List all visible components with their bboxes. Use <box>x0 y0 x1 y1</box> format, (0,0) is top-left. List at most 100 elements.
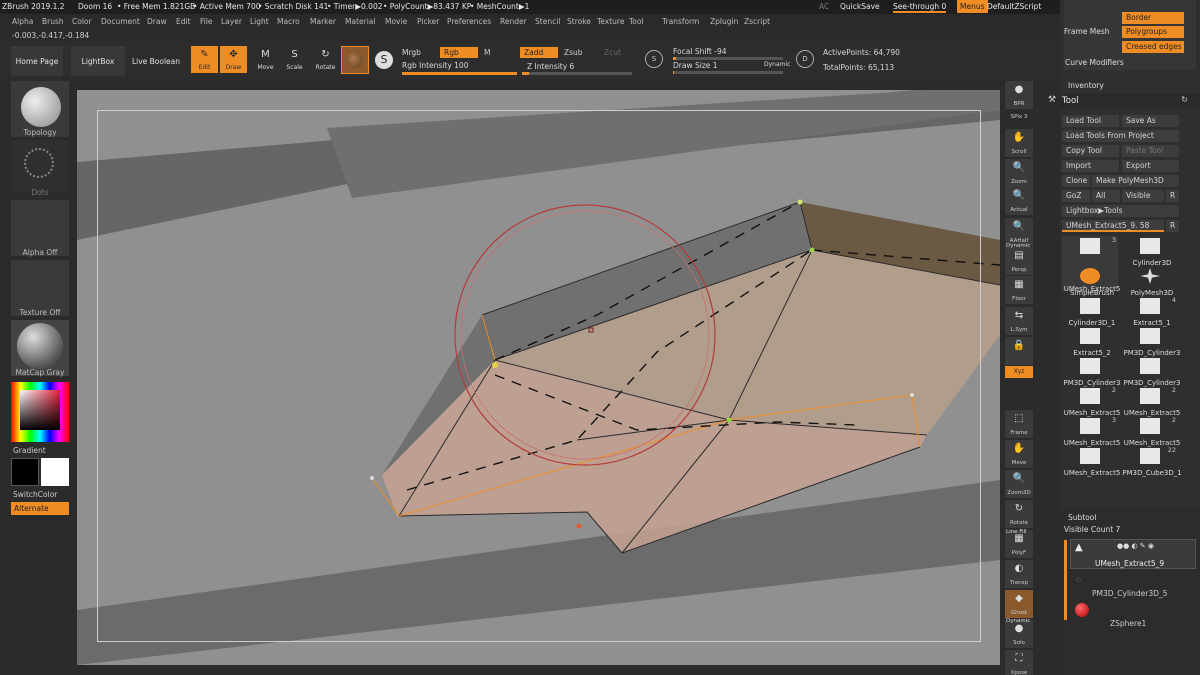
color-picker-square[interactable] <box>20 390 60 430</box>
rotate-button[interactable]: ↻ Rotate <box>1005 500 1033 528</box>
load-tool-button[interactable]: Load Tool <box>1062 115 1119 127</box>
lightbox-button[interactable]: LightBox <box>71 46 125 76</box>
tool-thumbnail[interactable]: Cylinder3D_1 <box>1062 296 1118 327</box>
tool-thumbnail[interactable]: PM3D_Cylinder3 <box>1062 356 1121 387</box>
floor-button[interactable]: ▦ Floor <box>1005 276 1033 304</box>
tool-header[interactable]: ⚒ Tool ↻ <box>1048 94 1200 108</box>
draw-button[interactable]: ✥ Draw <box>220 46 247 73</box>
goz-all-button[interactable]: All <box>1092 190 1120 202</box>
menu-stencil[interactable]: Stencil <box>535 17 560 26</box>
goz-visible-button[interactable]: Visible <box>1122 190 1164 202</box>
menu-color[interactable]: Color <box>72 17 92 26</box>
home-page-button[interactable]: Home Page <box>11 46 63 76</box>
lock-button[interactable]: 🔒 <box>1005 337 1033 365</box>
actual-button[interactable]: 🔍 Actual <box>1005 187 1033 215</box>
switch-color-button[interactable]: SwitchColor <box>13 490 57 499</box>
draw-size-slider[interactable] <box>673 71 783 74</box>
dynamic-solo-label[interactable]: Dynamic <box>1006 618 1030 624</box>
menu-edit[interactable]: Edit <box>176 17 191 26</box>
menu-alpha[interactable]: Alpha <box>12 17 33 26</box>
menus-button[interactable]: Menus <box>957 0 988 13</box>
alternate-button[interactable]: Alternate <box>11 502 69 515</box>
secondary-color-swatch[interactable] <box>11 458 39 486</box>
tool-thumbnail[interactable]: Cylinder3D <box>1122 236 1178 267</box>
z-intensity-label[interactable]: Z Intensity 6 <box>527 62 574 71</box>
menu-tool[interactable]: Tool <box>629 17 644 26</box>
menu-zplugin[interactable]: Zplugin <box>710 17 738 26</box>
subtool-item[interactable]: ⁘ PM3D_Cylinder3D_5 <box>1070 573 1196 601</box>
menu-preferences[interactable]: Preferences <box>447 17 491 26</box>
menu-light[interactable]: Light <box>250 17 269 26</box>
menu-brush[interactable]: Brush <box>42 17 64 26</box>
goz-r-button[interactable]: R <box>1166 190 1179 202</box>
frame-mesh-button[interactable]: Frame Mesh <box>1064 27 1110 36</box>
live-boolean-button[interactable]: Live Boolean <box>128 46 184 76</box>
frame-button[interactable]: ⬚ Frame <box>1005 410 1033 438</box>
menu-layer[interactable]: Layer <box>221 17 242 26</box>
menu-transform[interactable]: Transform <box>662 17 699 26</box>
solo-button[interactable]: ● Solo <box>1005 620 1033 648</box>
curve-modifiers-button[interactable]: Curve Modifiers <box>1065 58 1124 67</box>
m-button[interactable]: M <box>480 47 498 58</box>
edit-button[interactable]: ✎ Edit <box>191 46 218 73</box>
stroke-icon[interactable]: S <box>375 51 393 69</box>
menu-macro[interactable]: Macro <box>277 17 300 26</box>
subtool-header[interactable]: Subtool <box>1068 513 1096 522</box>
subtool-item[interactable]: ZSphere1 <box>1070 601 1196 629</box>
visible-count-slider[interactable]: Visible Count 7 <box>1064 525 1120 534</box>
tool-thumbnail[interactable]: UMesh_Extract5 2 <box>1062 386 1121 417</box>
rgb-intensity-label[interactable]: Rgb Intensity 100 <box>402 61 468 70</box>
creased-edges-toggle[interactable]: Creased edges <box>1122 41 1184 53</box>
menu-zscript[interactable]: Zscript <box>744 17 770 26</box>
clone-button[interactable]: Clone <box>1062 175 1090 187</box>
move-button[interactable]: ✋ Move <box>1005 440 1033 468</box>
ac-label[interactable]: AC <box>819 2 829 11</box>
scroll-button[interactable]: ✋ Scroll <box>1005 129 1033 157</box>
see-through-slider[interactable]: See-through 0 <box>893 2 947 13</box>
primary-color-swatch[interactable] <box>41 458 69 486</box>
move-button[interactable]: M Move <box>252 46 279 73</box>
tool-thumbnail[interactable]: UMesh_Extract5 <box>1062 446 1120 477</box>
tool-thumbnail[interactable]: UMesh_Extract5 2 <box>1122 386 1181 417</box>
focal-shift-slider[interactable] <box>673 57 783 60</box>
tool-thumbnail[interactable]: PM3D_Cylinder3 <box>1122 326 1181 357</box>
l-sym-button[interactable]: ⇆ L.Sym <box>1005 307 1033 335</box>
current-tool-r-button[interactable]: R <box>1166 220 1179 232</box>
copy-tool-button[interactable]: Copy Tool <box>1062 145 1119 157</box>
paste-tool-button[interactable]: Paste Tool <box>1122 145 1179 157</box>
save-as-button[interactable]: Save As <box>1122 115 1179 127</box>
gradient-label[interactable]: Gradient <box>13 446 46 455</box>
visibility-icon[interactable]: ●● ◐ ✎ ◉ <box>1117 542 1154 550</box>
tool-thumbnail[interactable]: PolyMesh3D <box>1122 266 1178 297</box>
tool-thumbnail[interactable]: SimpleBrush <box>1062 266 1118 297</box>
current-tool-slider[interactable]: UMesh_Extract5_9. 58 <box>1062 220 1164 232</box>
dots-stroke-tile[interactable] <box>11 140 69 192</box>
menu-marker[interactable]: Marker <box>310 17 336 26</box>
import-button[interactable]: Import <box>1062 160 1119 172</box>
draw-size-label[interactable]: Draw Size 1 <box>673 61 718 70</box>
menu-movie[interactable]: Movie <box>385 17 407 26</box>
material-swatch[interactable] <box>341 46 369 74</box>
mrgb-button[interactable]: Mrgb <box>402 48 421 57</box>
polygroups-toggle[interactable]: Polygroups <box>1122 26 1184 38</box>
xyz-symmetry-button[interactable]: Xyz <box>1005 366 1033 378</box>
aahalf-button[interactable]: 🔍 AAHalf <box>1005 218 1033 246</box>
quicksave-button[interactable]: QuickSave <box>840 2 880 11</box>
bpr-button[interactable]: ● BPR <box>1005 81 1033 109</box>
zcut-button[interactable]: Zcut <box>600 47 630 58</box>
line-fill-label[interactable]: Line Fill <box>1006 529 1027 535</box>
menu-file[interactable]: File <box>200 17 213 26</box>
rgb-button[interactable]: Rgb <box>440 47 478 58</box>
focal-shift-label[interactable]: Focal Shift -94 <box>673 47 727 56</box>
menu-picker[interactable]: Picker <box>417 17 439 26</box>
spix-3-button[interactable]: SPix 3 <box>1005 110 1033 122</box>
inventory-header[interactable]: Inventory <box>1068 81 1104 90</box>
menu-material[interactable]: Material <box>345 17 375 26</box>
lightbox-tools-button[interactable]: Lightbox▶Tools <box>1062 205 1179 217</box>
zadd-button[interactable]: Zadd <box>520 47 558 58</box>
zsub-button[interactable]: Zsub <box>560 47 590 58</box>
tool-thumbnail[interactable]: Extract5_1 4 <box>1122 296 1178 327</box>
make-polymesh-button[interactable]: Make PolyMesh3D <box>1092 175 1179 187</box>
scale-button[interactable]: S Scale <box>281 46 308 73</box>
persp-button[interactable]: ▤ Persp <box>1005 247 1033 275</box>
